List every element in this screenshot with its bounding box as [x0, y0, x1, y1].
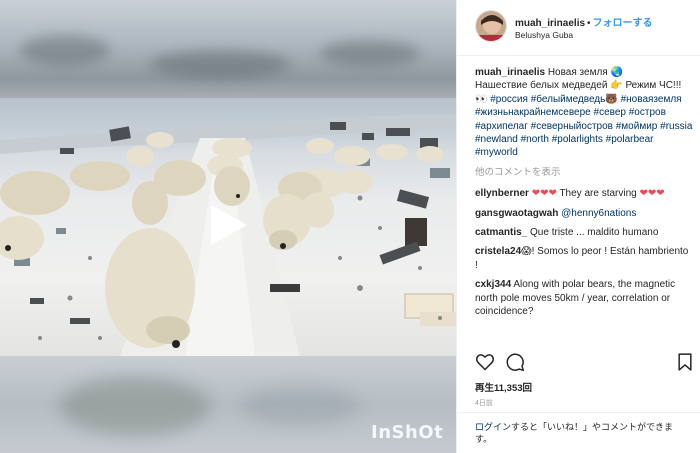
login-prompt: ログインすると「いいね！」やコメントができます。: [475, 421, 690, 445]
hashtag[interactable]: #россия: [490, 94, 528, 105]
comment-mention-link[interactable]: @henny6nations: [561, 208, 636, 219]
heart-outline-icon[interactable]: [475, 352, 495, 372]
post-actions-bar: [475, 352, 693, 374]
inshot-watermark: InShOt: [371, 422, 444, 443]
comment-item: gansgwaotagwah @henny6nations: [475, 207, 693, 220]
comment-username[interactable]: ellynberner: [475, 188, 529, 199]
comment-item: catmantis_ Que triste ... maldito humano: [475, 226, 693, 239]
bear-emoji-icon: 🐻: [605, 93, 618, 105]
comments-section: muah_irinaelis Новая земля 🌏 Нашествие б…: [475, 66, 693, 325]
separator-dot: •: [587, 18, 591, 29]
location-link[interactable]: Belushya Guba: [515, 30, 573, 40]
post-caption: muah_irinaelis Новая земля 🌏 Нашествие б…: [475, 66, 693, 160]
hashtag[interactable]: #жизньнакрайнемсевере: [475, 107, 591, 118]
post-timestamp[interactable]: 4日前: [475, 398, 493, 408]
play-icon[interactable]: [203, 201, 251, 249]
post-header: muah_irinaelis • フォローする Belushya Guba: [457, 0, 700, 56]
comment-bubble-icon[interactable]: [505, 352, 525, 372]
hashtag[interactable]: #новаяземля: [621, 94, 682, 105]
red-heart-emoji-icon: ❤❤❤: [639, 188, 665, 200]
screaming-face-emoji-icon: 😱: [521, 246, 532, 258]
hashtag[interactable]: #russia: [660, 121, 692, 132]
hashtag[interactable]: #северныйостров: [531, 121, 613, 132]
comment-username[interactable]: cristela24: [475, 246, 521, 257]
comment-item: cxkj344 Along with polar bears, the magn…: [475, 278, 693, 318]
red-heart-emoji-icon: ❤❤❤: [531, 188, 557, 200]
avatar[interactable]: [475, 10, 507, 42]
follow-button[interactable]: フォローする: [593, 18, 653, 29]
caption-username[interactable]: muah_irinaelis: [475, 67, 545, 78]
comment-username[interactable]: catmantis_: [475, 227, 527, 238]
post-sidebar: muah_irinaelis • フォローする Belushya Guba muah…: [456, 0, 700, 453]
comment-item: ellynberner ❤❤❤ They are starving ❤❤❤: [475, 187, 693, 200]
comment-text: Que triste ... maldito humano: [530, 227, 659, 239]
hashtag[interactable]: #polarlights: [552, 134, 603, 145]
eyes-emoji-icon: 👀: [475, 93, 488, 105]
hashtag[interactable]: #newland: [475, 134, 518, 145]
comment-username[interactable]: gansgwaotagwah: [475, 208, 558, 219]
pointing-hand-emoji-icon: 👉: [610, 80, 623, 92]
login-link[interactable]: ログイン: [475, 422, 511, 432]
load-more-comments-button[interactable]: 他のコメントを表示: [475, 166, 693, 179]
caption-text-2: Нашествие белых медведей: [475, 80, 608, 92]
hashtag[interactable]: #белыймедведь: [531, 94, 606, 105]
video-blur-top: [0, 0, 456, 98]
comment-text: They are starving: [559, 188, 637, 200]
login-prompt-bar: ログインすると「いいね！」やコメントができます。: [457, 412, 700, 453]
hashtag[interactable]: #polarbear: [606, 134, 654, 145]
username-link[interactable]: muah_irinaelis: [515, 18, 585, 29]
caption-text-3: Режим ЧС!!!: [625, 80, 682, 92]
hashtag[interactable]: #архипелаг: [475, 121, 528, 132]
globe-emoji-icon: 🌏: [610, 67, 623, 78]
bookmark-icon[interactable]: [675, 352, 695, 372]
header-username-row: muah_irinaelis • フォローする: [515, 14, 653, 29]
comment-item: cristela24😱! Somos lo peor ! Están hambr…: [475, 245, 693, 272]
hashtag[interactable]: #остров: [629, 107, 666, 118]
hashtag[interactable]: #моймир: [616, 121, 658, 132]
view-count[interactable]: 再生11,353回: [475, 380, 532, 394]
comment-username[interactable]: cxkj344: [475, 279, 511, 290]
hashtag[interactable]: #север: [594, 107, 626, 118]
hashtag[interactable]: #myworld: [475, 147, 518, 158]
caption-text-1: Новая земля: [547, 67, 608, 78]
video-player[interactable]: InShOt: [0, 0, 456, 453]
hashtag[interactable]: #north: [521, 134, 549, 145]
